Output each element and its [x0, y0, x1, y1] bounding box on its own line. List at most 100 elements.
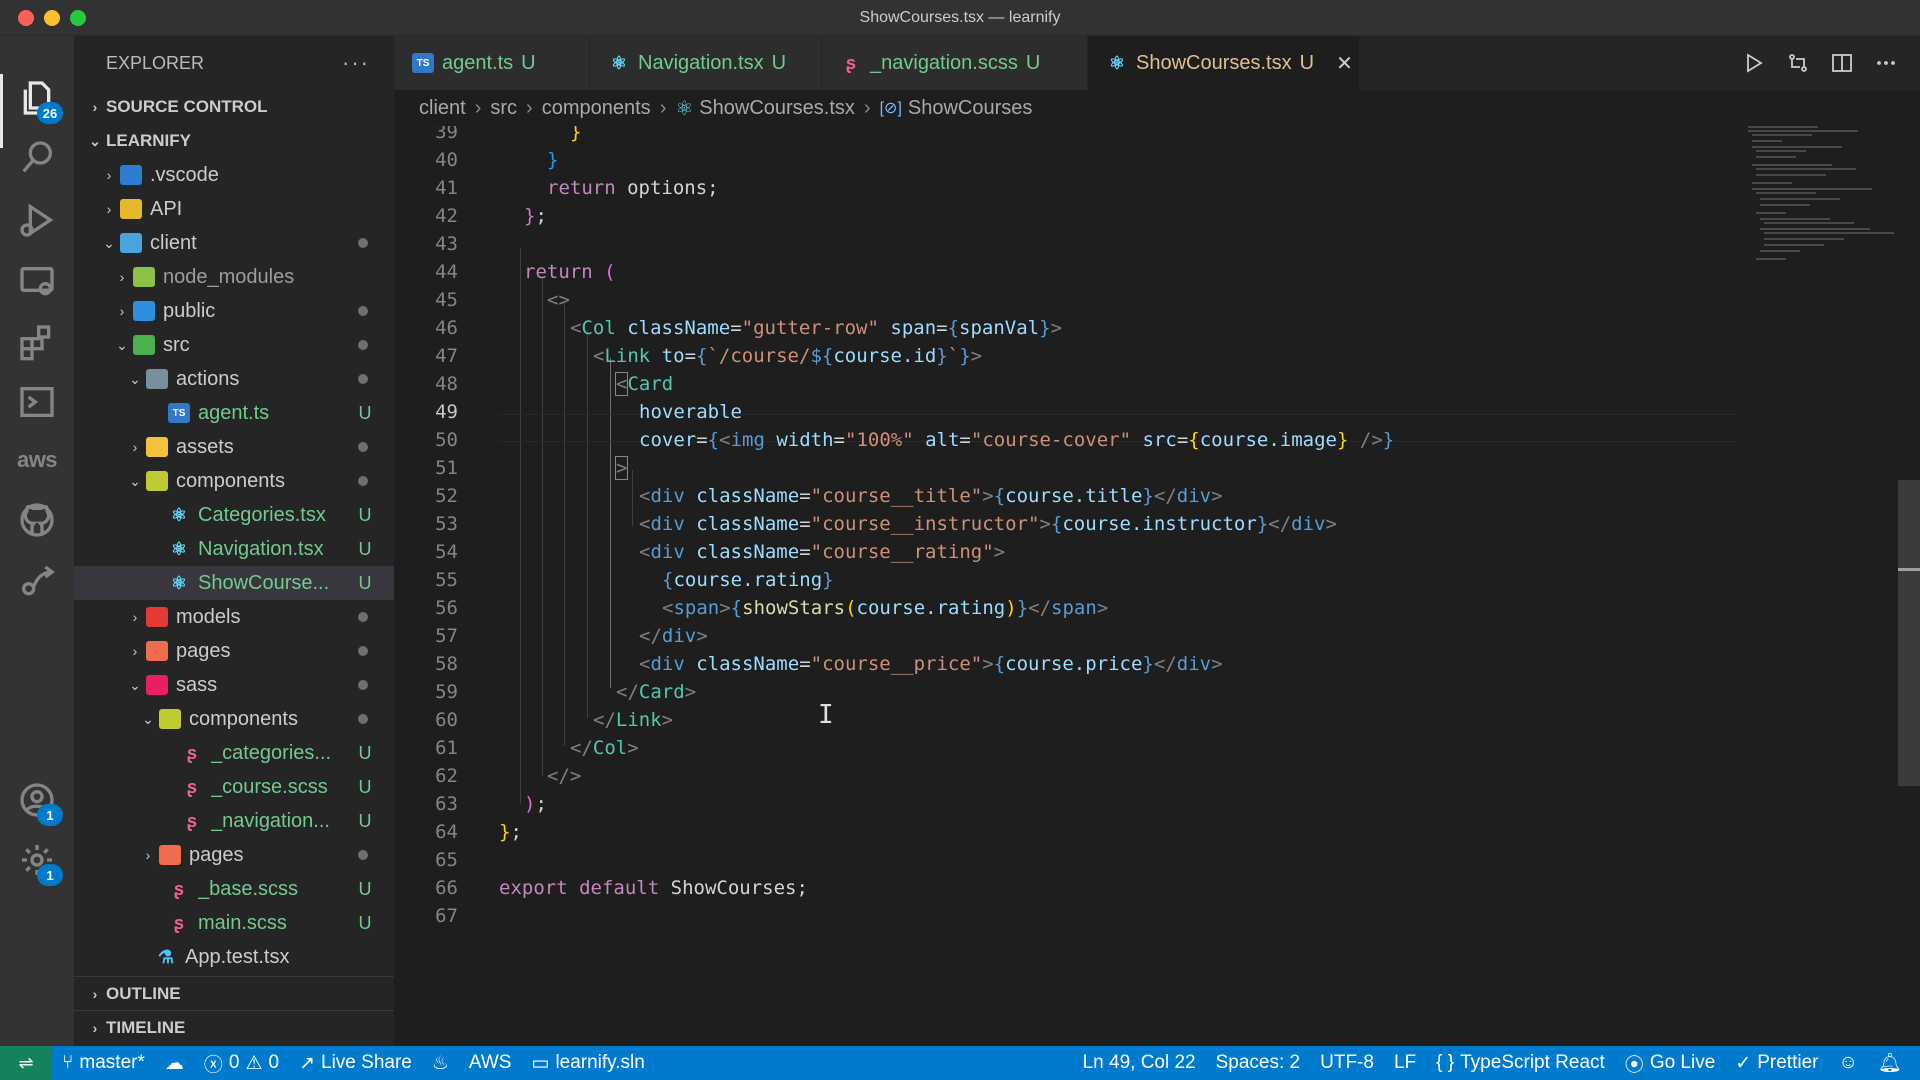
- cursor-position[interactable]: Ln 49, Col 22: [1073, 1046, 1206, 1080]
- tree-item-actions[interactable]: ⌄ actions: [74, 362, 394, 396]
- live-share-status[interactable]: ↗ Live Share: [289, 1046, 422, 1080]
- text-cursor-icon: I: [818, 700, 834, 730]
- folder-api-icon: [120, 199, 142, 219]
- run-debug-icon[interactable]: [13, 196, 61, 244]
- tab-navigation-scss[interactable]: ʂ _navigation.scss U: [822, 36, 1088, 90]
- tree-item-client[interactable]: ⌄ client: [74, 226, 394, 260]
- live-share-icon[interactable]: [13, 558, 61, 606]
- encoding-status[interactable]: UTF-8: [1310, 1046, 1384, 1080]
- tree-item-node-modules[interactable]: › node_modules: [74, 260, 394, 294]
- tree-item-categories-scss[interactable]: ʂ _categories... U: [74, 736, 394, 770]
- terminal-icon[interactable]: [13, 378, 61, 426]
- flame-status[interactable]: ♨: [422, 1046, 459, 1080]
- explorer-title: EXPLORER: [106, 52, 205, 73]
- prettier-status[interactable]: ✓ Prettier: [1725, 1046, 1828, 1080]
- tree-item-course-scss[interactable]: ʂ _course.scss U: [74, 770, 394, 804]
- code-line: 59 </Card>: [435, 681, 697, 703]
- zoom-window-button[interactable]: [70, 10, 86, 26]
- chevron-right-icon: ›: [106, 201, 112, 217]
- folder-components-icon: [159, 709, 181, 729]
- code-editor[interactable]: 39} 40} 41 return options; 42}; 43 44 retu…: [394, 126, 1920, 1046]
- code-line: 52 <div className="course__title">{course…: [435, 485, 1223, 507]
- tree-item-sass-components[interactable]: ⌄ components: [74, 702, 394, 736]
- feedback-status[interactable]: ☺: [1828, 1046, 1867, 1080]
- code-line: 64};: [435, 821, 522, 843]
- tab-showcourses-tsx[interactable]: ⚛ ShowCourses.tsx U ✕: [1088, 36, 1360, 90]
- notifications-status[interactable]: 🔔︎: [1868, 1046, 1920, 1080]
- indentation-status[interactable]: Spaces: 2: [1206, 1046, 1311, 1080]
- breadcrumb-file[interactable]: ShowCourses.tsx: [699, 97, 855, 120]
- go-live-status[interactable]: ⦿ Go Live: [1615, 1046, 1726, 1080]
- folder-node-icon: [133, 267, 155, 287]
- tree-item-pages[interactable]: › pages: [74, 634, 394, 668]
- tree-item-showcourses-tsx[interactable]: ⚛ ShowCourse... U: [74, 566, 394, 600]
- tree-item-public[interactable]: › public: [74, 294, 394, 328]
- breadcrumb-src[interactable]: src: [490, 97, 517, 120]
- source-control-section[interactable]: › SOURCE CONTROL: [74, 90, 394, 124]
- tree-item-navigation-scss[interactable]: ʂ _navigation... U: [74, 804, 394, 838]
- sass-file-icon: ʂ: [186, 742, 197, 763]
- project-section[interactable]: ⌄ LEARNIFY: [74, 124, 394, 158]
- tree-item-assets[interactable]: › assets: [74, 430, 394, 464]
- aws-status[interactable]: AWS: [459, 1046, 522, 1080]
- compare-changes-icon[interactable]: [1786, 51, 1810, 75]
- modified-dot: [358, 374, 368, 384]
- sync-status[interactable]: ☁: [155, 1046, 194, 1080]
- sass-file-icon: ʂ: [173, 912, 184, 933]
- language-mode[interactable]: { } TypeScript React: [1426, 1046, 1615, 1080]
- breadcrumb-symbol[interactable]: ShowCourses: [908, 97, 1033, 120]
- tree-item-sass[interactable]: ⌄ sass: [74, 668, 394, 702]
- braces-icon: { }: [1436, 1052, 1455, 1073]
- window-title: ShowCourses.tsx — learnify: [859, 8, 1061, 26]
- tree-item-api[interactable]: › API: [74, 192, 394, 226]
- cloud-sync-icon: ☁: [164, 1052, 184, 1074]
- breadcrumb-client[interactable]: client: [419, 97, 466, 120]
- search-icon[interactable]: [13, 134, 61, 182]
- settings-gear-icon[interactable]: 1: [13, 836, 63, 886]
- outline-section[interactable]: › OUTLINE: [74, 976, 394, 1010]
- more-actions-icon[interactable]: [1874, 51, 1898, 75]
- remote-explorer-icon[interactable]: [13, 258, 61, 306]
- aws-icon[interactable]: aws: [13, 436, 61, 484]
- extensions-icon[interactable]: [13, 318, 61, 366]
- tree-item-models[interactable]: › models: [74, 600, 394, 634]
- tree-item-main-scss[interactable]: ʂ main.scss U: [74, 906, 394, 940]
- tab-navigation-tsx[interactable]: ⚛ Navigation.tsx U: [590, 36, 822, 90]
- branch-status[interactable]: ⑂ master*: [52, 1046, 155, 1080]
- tree-item-components[interactable]: ⌄ components: [74, 464, 394, 498]
- explorer-icon[interactable]: 26: [13, 74, 63, 124]
- github-icon[interactable]: [13, 496, 61, 544]
- sass-file-icon: ʂ: [186, 776, 197, 797]
- live-share-icon: ↗: [299, 1052, 316, 1074]
- tree-item-base-scss[interactable]: ʂ _base.scss U: [74, 872, 394, 906]
- eol-status[interactable]: LF: [1384, 1046, 1426, 1080]
- more-actions-icon[interactable]: ···: [342, 50, 370, 76]
- tab-agent-ts[interactable]: TS agent.ts U: [394, 36, 590, 90]
- remote-indicator-icon[interactable]: ⇌: [0, 1046, 52, 1080]
- tree-item-sass-pages[interactable]: › pages: [74, 838, 394, 872]
- chevron-right-icon: ›: [863, 96, 871, 119]
- breadcrumb-components[interactable]: components: [542, 97, 651, 120]
- tree-item-app-test-tsx[interactable]: ⚗ App.test.tsx: [74, 940, 394, 974]
- minimize-window-button[interactable]: [44, 10, 60, 26]
- flame-icon: ♨: [431, 1052, 449, 1074]
- run-icon[interactable]: [1742, 51, 1766, 75]
- tree-item-categories-tsx[interactable]: ⚛ Categories.tsx U: [74, 498, 394, 532]
- close-tab-icon[interactable]: ✕: [1336, 51, 1353, 76]
- react-file-icon: ⚛: [170, 572, 188, 593]
- accounts-icon[interactable]: 1: [13, 776, 63, 826]
- untracked-status: U: [358, 742, 372, 763]
- vertical-scrollbar[interactable]: [1898, 480, 1920, 786]
- split-editor-icon[interactable]: [1830, 51, 1854, 75]
- tree-item-vscode[interactable]: › .vscode: [74, 158, 394, 192]
- minimap[interactable]: [1748, 126, 1898, 1046]
- tree-item-src[interactable]: ⌄ src: [74, 328, 394, 362]
- solution-status[interactable]: ▭ learnify.sln: [521, 1046, 654, 1080]
- chevron-right-icon: ›: [106, 167, 112, 183]
- timeline-section[interactable]: › TIMELINE: [74, 1010, 394, 1044]
- tree-item-navigation-tsx[interactable]: ⚛ Navigation.tsx U: [74, 532, 394, 566]
- tree-item-agent-ts[interactable]: TS agent.ts U: [74, 396, 394, 430]
- problems-status[interactable]: ⓧ 0 ⚠ 0: [194, 1046, 289, 1080]
- close-window-button[interactable]: [18, 10, 34, 26]
- untracked-status: U: [358, 504, 372, 525]
